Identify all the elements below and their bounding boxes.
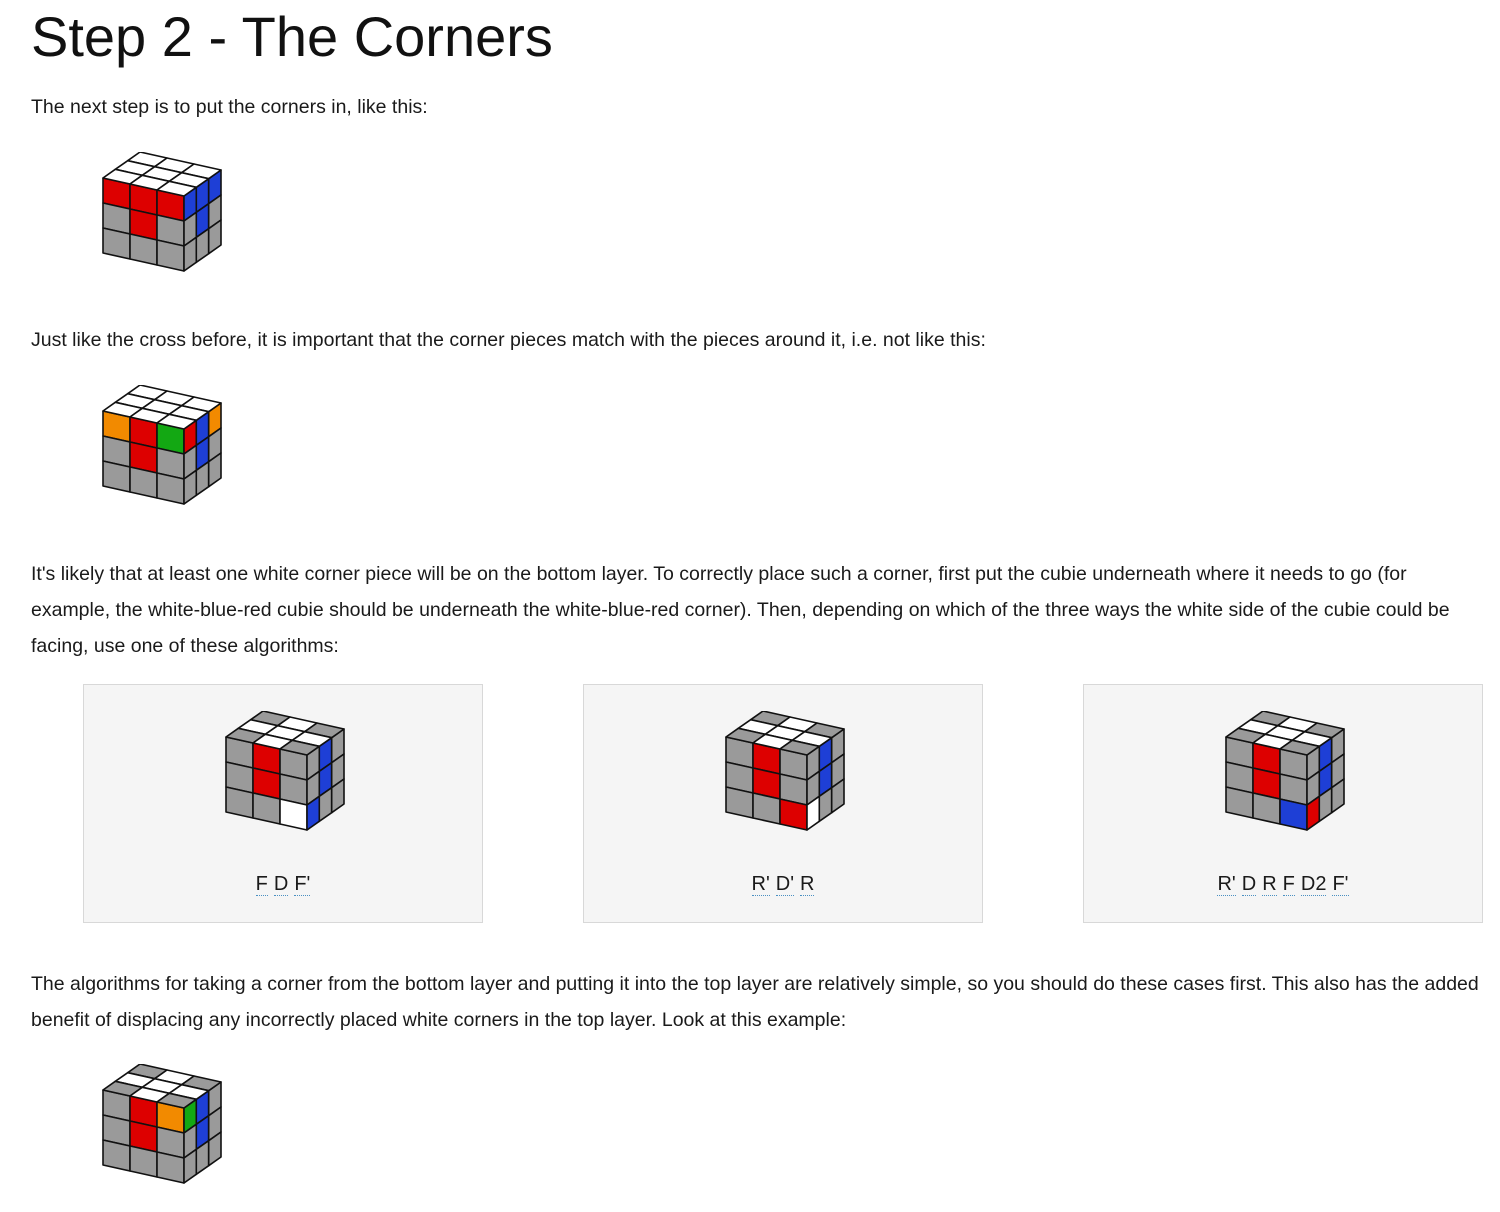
cube-goal-image: [91, 152, 231, 292]
rubiks-cube-svg: [725, 711, 845, 831]
front-face-sticker: [102, 1139, 131, 1172]
cube-example-image: [91, 1064, 231, 1204]
algorithm-move[interactable]: R: [1262, 873, 1277, 896]
case-2-cube-image: [714, 711, 854, 851]
algorithm-move[interactable]: F': [1332, 873, 1349, 896]
algorithm-move[interactable]: D2: [1300, 873, 1327, 896]
algorithm-2: R' D' R: [584, 871, 982, 897]
algorithm-move[interactable]: D': [775, 873, 795, 896]
rubiks-cube-svg: [225, 711, 345, 831]
algorithm-move[interactable]: R: [800, 873, 815, 896]
front-face-sticker: [129, 1145, 158, 1178]
algorithm-card-1: F D F': [83, 684, 483, 923]
algorithm-move[interactable]: D: [1241, 873, 1257, 896]
front-face-sticker: [129, 233, 158, 266]
algorithm-move[interactable]: F: [255, 873, 268, 896]
algorithm-move[interactable]: D: [273, 873, 289, 896]
case-3-cube-image: [1214, 711, 1354, 851]
rubiks-cube-svg: [102, 152, 222, 272]
front-face-sticker: [102, 460, 131, 493]
front-face-sticker: [1252, 792, 1281, 825]
rubiks-cube-svg: [102, 1064, 222, 1184]
algorithm-move[interactable]: R': [1217, 873, 1236, 896]
cube-wrong-image: [91, 385, 231, 525]
page-title: Step 2 - The Corners: [31, 5, 553, 68]
algorithm-card-3: R' D R F D2 F': [1083, 684, 1483, 923]
match-paragraph: Just like the cross before, it is import…: [31, 329, 986, 351]
front-face-sticker: [156, 1151, 185, 1184]
algorithm-1: F D F': [84, 871, 482, 897]
front-face-sticker: [156, 472, 185, 505]
algorithm-move[interactable]: F: [1282, 873, 1295, 896]
bottom-layer-paragraph: It's likely that at least one white corn…: [31, 563, 1450, 657]
algorithm-move[interactable]: R': [751, 873, 770, 896]
front-face-sticker: [252, 792, 281, 825]
intro-paragraph: The next step is to put the corners in, …: [31, 96, 428, 118]
case-1-cube-image: [214, 711, 354, 851]
front-face-sticker: [725, 786, 754, 819]
front-face-sticker: [779, 798, 808, 831]
front-face-sticker: [129, 466, 158, 499]
front-face-sticker: [752, 792, 781, 825]
front-face-sticker: [156, 239, 185, 272]
front-face-sticker: [102, 227, 131, 260]
front-face-sticker: [225, 786, 254, 819]
algorithm-move[interactable]: F': [294, 873, 311, 896]
rubiks-cube-svg: [102, 385, 222, 505]
algorithm-3: R' D R F D2 F': [1084, 871, 1482, 897]
front-face-sticker: [279, 798, 308, 831]
algorithm-card-2: R' D' R: [583, 684, 983, 923]
rubiks-cube-svg: [1225, 711, 1345, 831]
front-face-sticker: [1225, 786, 1254, 819]
front-face-sticker: [1279, 798, 1308, 831]
example-paragraph: The algorithms for taking a corner from …: [31, 973, 1479, 1031]
